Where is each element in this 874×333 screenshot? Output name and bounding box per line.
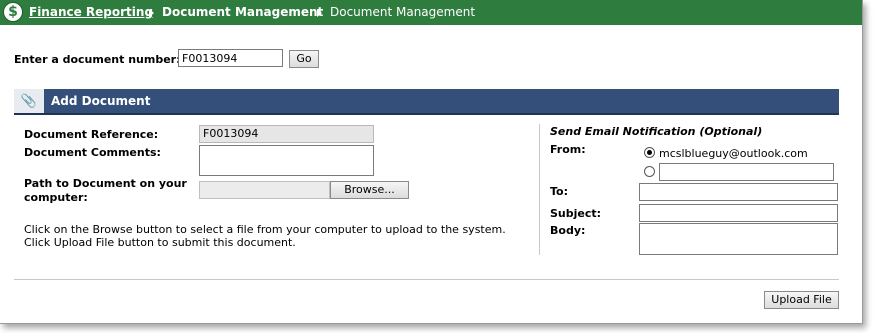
from-option-1-label: mcslblueguy@outlook.com: [659, 147, 808, 160]
subject-input[interactable]: [639, 204, 838, 222]
document-comments-field[interactable]: [199, 145, 374, 176]
body-input[interactable]: [639, 223, 838, 255]
document-path-label: Path to Document on your: [24, 177, 187, 190]
dollar-logo-icon: $: [3, 2, 23, 22]
from-option-2-radio[interactable]: [644, 166, 655, 177]
document-path-label-continued: computer:: [24, 191, 88, 204]
email-notification-heading: Send Email Notification (Optional): [550, 125, 763, 138]
breadcrumb-document-management: Document Management: [162, 5, 324, 19]
help-text-line-2: Click Upload File button to submit this …: [24, 236, 296, 249]
breadcrumb-finance-reporting[interactable]: Finance Reporting: [29, 0, 153, 25]
browse-button[interactable]: Browse...: [330, 181, 409, 199]
subject-label: Subject:: [550, 207, 602, 220]
to-label: To:: [550, 185, 568, 198]
attachment-icon: 📎: [14, 89, 44, 113]
upload-file-button[interactable]: Upload File: [764, 291, 839, 309]
breadcrumb-current-page: Document Management: [330, 5, 476, 19]
from-custom-input[interactable]: [659, 163, 834, 181]
section-title: Add Document: [51, 94, 151, 108]
body-label: Body:: [550, 224, 586, 237]
column-divider: [539, 124, 540, 255]
document-comments-label: Document Comments:: [24, 146, 161, 159]
go-button[interactable]: Go: [289, 50, 319, 68]
document-number-label: Enter a document number:: [14, 53, 181, 66]
breadcrumb-separator-icon: [317, 9, 322, 17]
help-text-line-1: Click on the Browse button to select a f…: [24, 223, 506, 236]
footer-divider: [14, 279, 839, 280]
to-input[interactable]: [639, 183, 838, 201]
add-document-header: 📎 Add Document: [14, 89, 839, 115]
document-number-input[interactable]: [178, 49, 283, 67]
document-reference-label: Document Reference:: [24, 128, 159, 141]
finance-window: $ Finance Reporting Document Management …: [0, 0, 863, 324]
from-label: From:: [550, 143, 586, 156]
top-bar: $ Finance Reporting Document Management …: [0, 0, 862, 25]
breadcrumb-separator-icon: [149, 9, 154, 17]
document-reference-field: F0013094: [199, 125, 374, 143]
document-path-field[interactable]: [199, 181, 330, 199]
from-option-1-radio[interactable]: [644, 147, 655, 158]
